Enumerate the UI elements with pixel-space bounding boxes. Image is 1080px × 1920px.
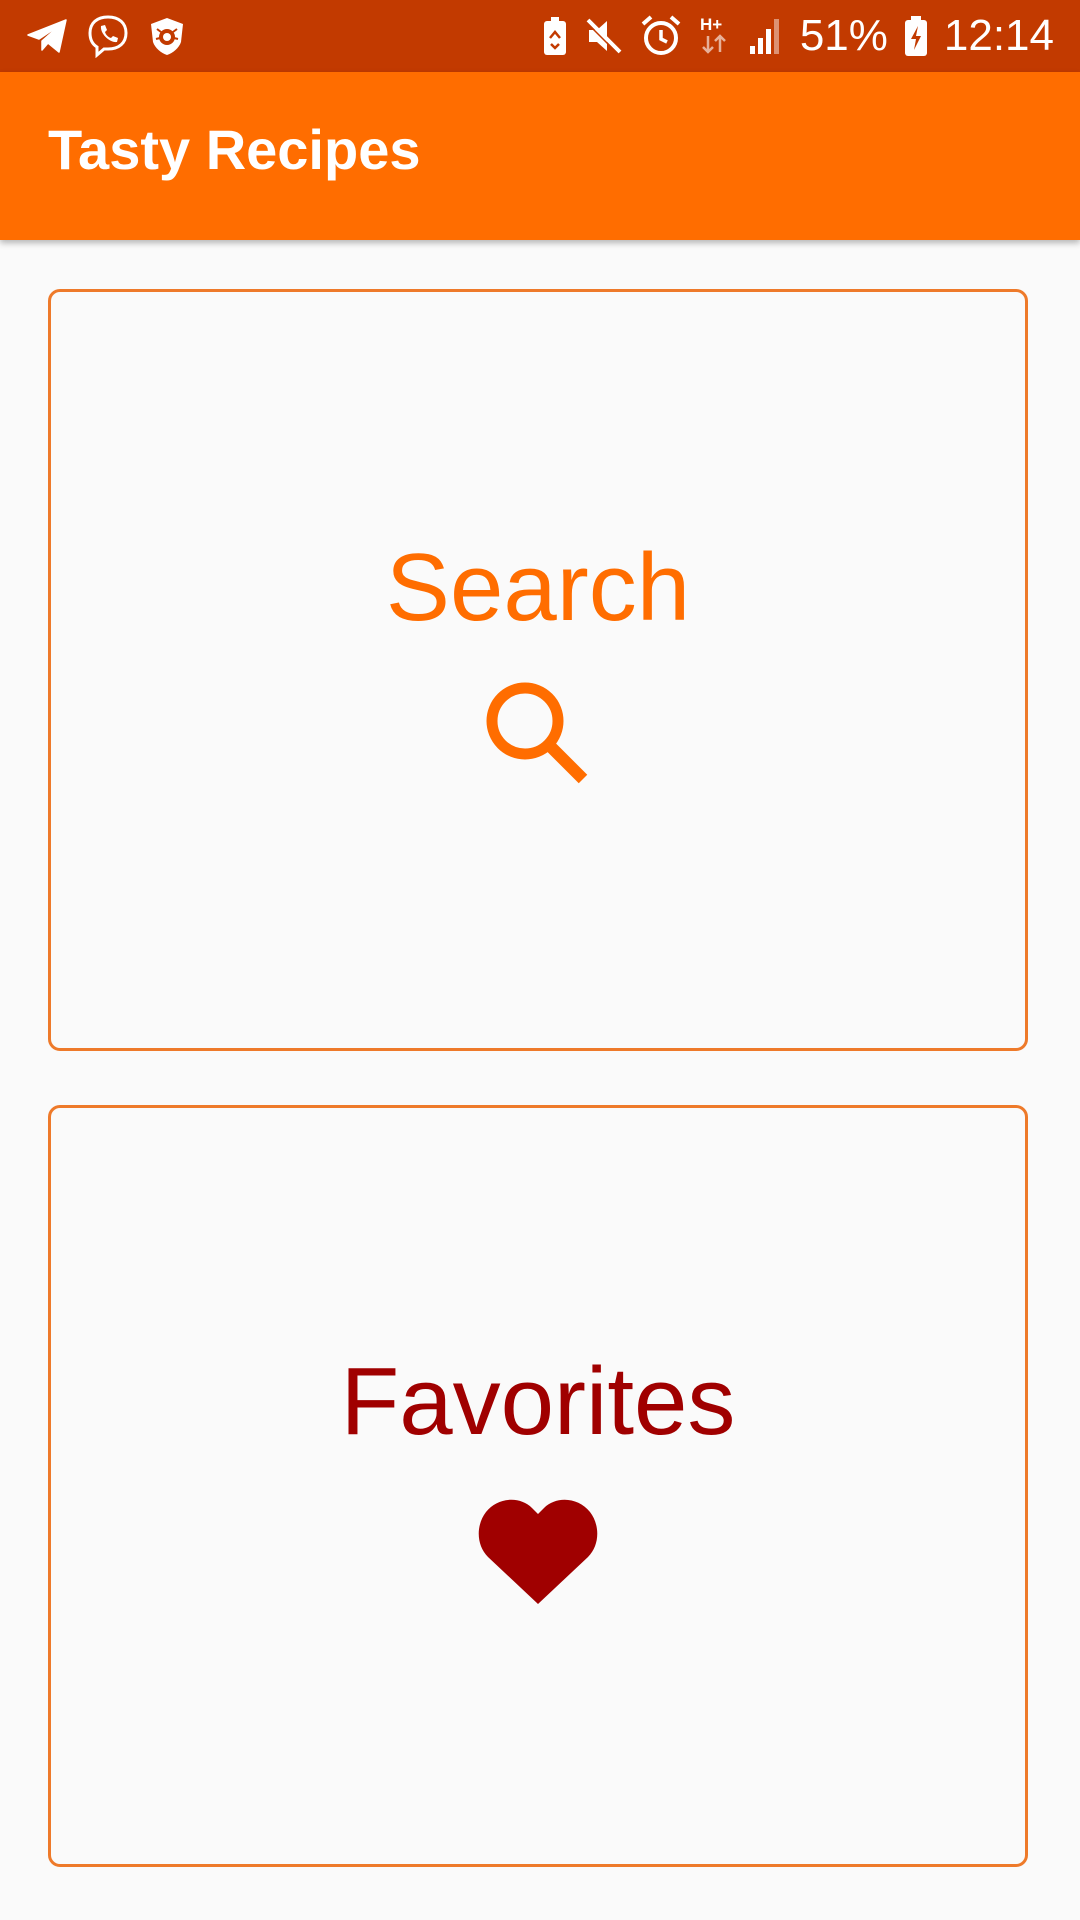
search-card-button[interactable]: Search <box>48 289 1028 1051</box>
favorites-card-button[interactable]: Favorites <box>48 1105 1028 1867</box>
status-clock: 12:14 <box>943 11 1054 60</box>
app-title: Tasty Recipes <box>48 118 421 181</box>
viber-icon <box>86 14 130 58</box>
alarm-icon <box>640 15 682 57</box>
search-icon <box>483 679 593 794</box>
svg-text:H+: H+ <box>700 15 722 34</box>
status-bar: H+ 51% 12:14 <box>0 0 1080 72</box>
status-bar-notifications <box>26 14 186 58</box>
status-bar-system: H+ 51% 12:14 <box>542 10 1054 62</box>
battery-percentage: 51% <box>799 11 888 60</box>
app-bar: Tasty Recipes <box>0 72 1080 240</box>
battery-charging-icon <box>904 15 928 57</box>
battery-saver-icon <box>542 16 568 56</box>
mute-icon <box>584 16 624 56</box>
signal-icon <box>748 16 784 56</box>
favorites-card-label: Favorites <box>340 1348 736 1455</box>
heart-icon <box>476 1492 600 1609</box>
network-hplus-icon: H+ <box>698 14 732 58</box>
telegram-icon <box>26 18 68 54</box>
search-card-label: Search <box>385 534 691 641</box>
dr-web-icon <box>148 16 186 56</box>
